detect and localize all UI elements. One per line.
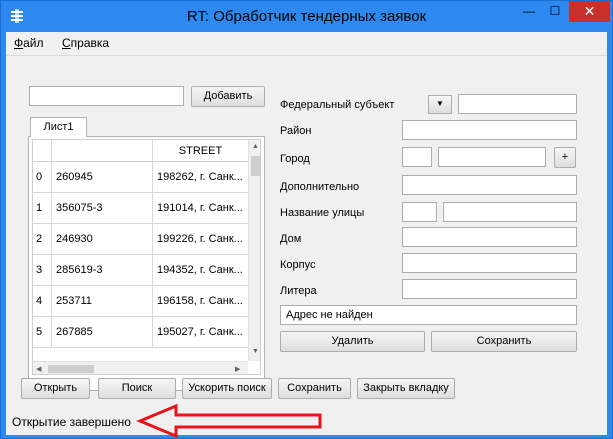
app-window: RT: Обработчик тендерных заявок — ☐ ✕ Фа… [0, 0, 613, 439]
address-status-field: Адрес не найден [280, 305, 577, 325]
house-field[interactable] [402, 227, 577, 247]
menu-divider [6, 55, 607, 56]
add-input[interactable] [29, 86, 184, 106]
scroll-up-icon[interactable]: ▲ [252, 143, 259, 150]
street-type-field[interactable] [402, 202, 437, 222]
federal-subject-label: Федеральный субъект [280, 99, 395, 111]
header-col-street[interactable]: STREET [153, 140, 248, 162]
cell-id[interactable]: 246930 [52, 224, 153, 255]
menu-file[interactable]: Файл [14, 36, 44, 50]
federal-subject-dropdown[interactable]: ▼ [428, 95, 452, 114]
street-field[interactable] [443, 202, 577, 222]
add-button[interactable]: Добавить [191, 86, 265, 107]
title-bar[interactable]: RT: Обработчик тендерных заявок — ☐ ✕ [1, 1, 612, 31]
additional-field[interactable] [402, 175, 577, 195]
minimize-button[interactable]: — [516, 1, 542, 22]
table-row[interactable]: 1 356075-3 191014, г. Санк... [33, 193, 248, 224]
horizontal-scroll-thumb[interactable] [48, 365, 94, 373]
cell-street[interactable]: 194352, г. Санк... [153, 255, 248, 286]
menu-file-hotkey: Ф [14, 36, 24, 50]
annotation-arrow-icon [136, 403, 322, 439]
menu-help-hotkey: С [62, 36, 71, 50]
maximize-button[interactable]: ☐ [542, 1, 568, 22]
status-text: Открытие завершено [12, 415, 131, 429]
close-button[interactable]: ✕ [569, 1, 610, 22]
building-label: Корпус [280, 259, 316, 271]
street-label: Название улицы [280, 207, 365, 219]
vertical-scrollbar[interactable]: ▲ ▼ [248, 140, 260, 361]
row-index: 3 [33, 255, 52, 286]
table-row[interactable]: 2 246930 199226, г. Санк... [33, 224, 248, 255]
add-city-button[interactable]: + [554, 147, 576, 168]
menu-file-rest: айл [23, 36, 44, 50]
delete-button[interactable]: Удалить [280, 331, 425, 352]
district-field[interactable] [402, 120, 577, 140]
house-label: Дом [280, 233, 302, 245]
cell-street[interactable]: 196158, г. Санк... [153, 286, 248, 317]
cell-street[interactable]: 191014, г. Санк... [153, 193, 248, 224]
city-code-field[interactable] [402, 147, 432, 167]
menu-help-rest: правка [70, 36, 110, 50]
row-index: 4 [33, 286, 52, 317]
building-field[interactable] [402, 253, 577, 273]
header-col-id[interactable] [52, 140, 153, 162]
scroll-right-icon[interactable]: ▶ [235, 365, 240, 373]
cell-street[interactable]: 198262, г. Санк... [153, 162, 248, 193]
cell-id[interactable]: 267885 [52, 317, 153, 348]
save-button[interactable]: Сохранить [278, 378, 351, 399]
row-index: 0 [33, 162, 52, 193]
open-button[interactable]: Открыть [21, 378, 90, 399]
district-label: Район [280, 125, 312, 137]
cell-street[interactable]: 199226, г. Санк... [153, 224, 248, 255]
letter-field[interactable] [402, 279, 577, 299]
cell-street[interactable]: 195027, г. Санк... [153, 317, 248, 348]
cell-id[interactable]: 253711 [52, 286, 153, 317]
city-label: Город [280, 153, 310, 165]
row-index: 5 [33, 317, 52, 348]
menu-bar: Файл Справка [6, 32, 607, 53]
row-index: 1 [33, 193, 52, 224]
scroll-down-icon[interactable]: ▼ [252, 348, 259, 355]
search-button[interactable]: Поиск [98, 378, 176, 399]
chevron-down-icon: ▼ [436, 99, 444, 108]
federal-subject-field[interactable] [458, 94, 577, 114]
letter-label: Литера [280, 285, 317, 297]
data-grid: STREET 0 260945 198262, г. Санк... 1 356… [32, 139, 261, 375]
horizontal-scrollbar[interactable]: ◀ ▶ [33, 361, 248, 374]
table-row[interactable]: 0 260945 198262, г. Санк... [33, 162, 248, 193]
cell-id[interactable]: 260945 [52, 162, 153, 193]
cell-id[interactable]: 356075-3 [52, 193, 153, 224]
menu-help[interactable]: Справка [62, 36, 109, 50]
row-index: 2 [33, 224, 52, 255]
close-tab-button[interactable]: Закрыть вкладку [357, 378, 455, 399]
grid-header: STREET [33, 140, 248, 162]
table-row[interactable]: 3 285619-3 194352, г. Санк... [33, 255, 248, 286]
city-field[interactable] [438, 147, 546, 167]
tab-pane: STREET 0 260945 198262, г. Санк... 1 356… [28, 136, 265, 391]
cell-id[interactable]: 285619-3 [52, 255, 153, 286]
client-area: Файл Справка Добавить Лист1 STREET 0 260… [6, 32, 607, 439]
tab-sheet1[interactable]: Лист1 [30, 117, 87, 137]
fast-search-button[interactable]: Ускорить поиск [182, 378, 272, 399]
table-row[interactable]: 5 267885 195027, г. Санк... [33, 317, 248, 348]
header-corner[interactable] [33, 140, 52, 162]
vertical-scroll-thumb[interactable] [251, 156, 260, 176]
scroll-left-icon[interactable]: ◀ [36, 365, 41, 373]
table-row[interactable]: 4 253711 196158, г. Санк... [33, 286, 248, 317]
additional-label: Дополнительно [280, 181, 360, 193]
save-address-button[interactable]: Сохранить [431, 331, 577, 352]
